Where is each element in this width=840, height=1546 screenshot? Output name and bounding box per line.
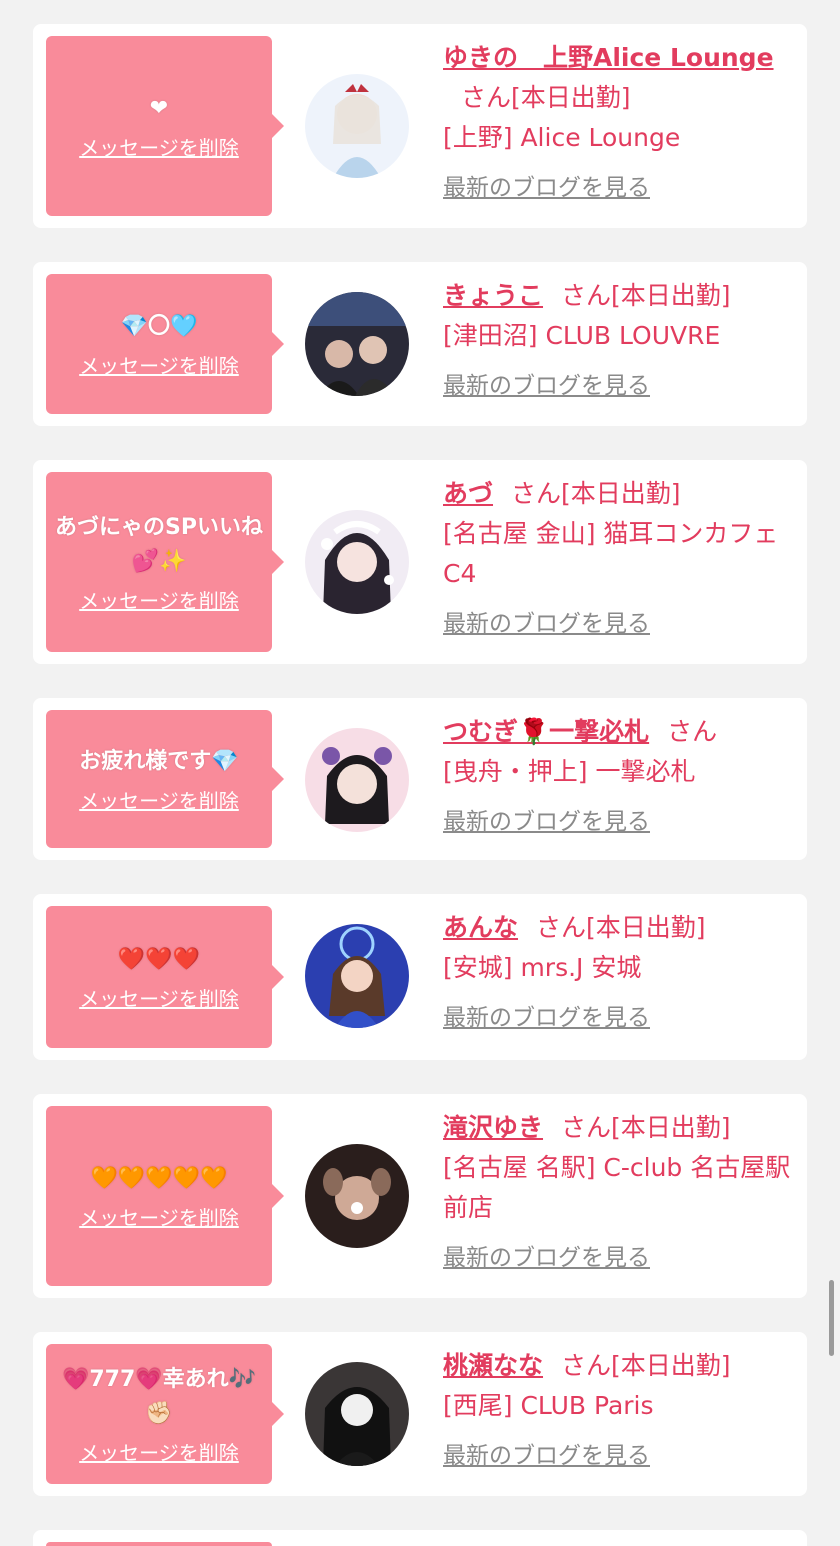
avatar[interactable]: [305, 1362, 409, 1466]
message-text: 🧡🧡🧡🧡🧡: [90, 1165, 228, 1191]
message-card: ❤ メッセージを削除 ゆきの 上野Alice Lounge さん[本日出勤] [上…: [33, 24, 807, 228]
attendance-status: [本日出勤]: [611, 1113, 731, 1142]
shop-name: [名古屋 金山] 猫耳コンカフェ C4: [443, 519, 779, 588]
message-card: 💗777💗幸あれ🎶✊🏻 メッセージを削除 桃瀬なな さん[本日出勤] [西尾] C…: [33, 1332, 807, 1496]
latest-blog-link[interactable]: 最新のブログを見る: [443, 802, 650, 842]
honorific: さん: [561, 1351, 612, 1380]
message-text: ❤️❤️❤️: [117, 946, 201, 972]
delete-message-link[interactable]: メッセージを削除: [79, 1202, 239, 1231]
shop-name: [曳舟・押上] 一撃必札: [443, 757, 696, 786]
message-bubble: 🧡🧡🧡🧡🧡 メッセージを削除: [46, 1106, 284, 1286]
message-bubble: 💗777💗幸あれ🎶✊🏻 メッセージを削除: [46, 1344, 284, 1484]
message-card: 💎〇🩵 メッセージを削除 きょうこ さん[本日出勤] [津田沼] CLUB LOU…: [33, 262, 807, 426]
message-bubble: ❤ メッセージを削除: [46, 36, 284, 216]
profile-info: 滝沢ゆき さん[本日出勤] [名古屋 名駅] C-club 名古屋駅前店 最新のブ…: [443, 1108, 793, 1278]
attendance-status: [本日出勤]: [561, 479, 681, 508]
profile-name-link[interactable]: ゆきの 上野Alice Lounge: [443, 43, 774, 72]
message-bubble: ❤️❤️❤️ メッセージを削除: [46, 906, 284, 1048]
attendance-status: [本日出勤]: [586, 913, 706, 942]
honorific: さん: [511, 479, 562, 508]
delete-message-link[interactable]: メッセージを削除: [79, 585, 239, 614]
avatar[interactable]: [305, 74, 409, 178]
delete-message-link[interactable]: メッセージを削除: [79, 350, 239, 379]
message-card: あづにゃのSPいいね💕✨ メッセージを削除 あづ さん[本日出勤] [名古屋 金山…: [33, 460, 807, 664]
message-card: お疲れ様です💎 メッセージを削除 つむぎ🌹一撃必札 さん [曳舟・押上] 一撃必札…: [33, 698, 807, 860]
latest-blog-link[interactable]: 最新のブログを見る: [443, 1436, 650, 1476]
message-bubble: お疲れ様です💎 メッセージを削除: [46, 710, 284, 848]
profile-name-link[interactable]: つむぎ🌹一撃必札: [443, 717, 649, 746]
delete-message-link[interactable]: メッセージを削除: [79, 785, 239, 814]
profile-info: ゆきの 上野Alice Lounge さん[本日出勤] [上野] Alice Lo…: [443, 38, 793, 208]
latest-blog-link[interactable]: 最新のブログを見る: [443, 604, 650, 644]
avatar[interactable]: [305, 510, 409, 614]
message-bubble: 💎〇🩵 メッセージを削除: [46, 274, 284, 414]
message-bubble-partial: [46, 1542, 272, 1546]
shop-name: [西尾] CLUB Paris: [443, 1391, 654, 1420]
message-text: 💗777💗幸あれ🎶✊🏻: [61, 1366, 257, 1426]
avatar[interactable]: [305, 924, 409, 1028]
attendance-status: [本日出勤]: [611, 1351, 731, 1380]
attendance-status: [本日出勤]: [611, 281, 731, 310]
shop-name: [上野] Alice Lounge: [443, 123, 681, 152]
profile-name-link[interactable]: きょうこ: [443, 281, 543, 310]
attendance-status: [本日出勤]: [511, 83, 631, 112]
message-text: 💎〇🩵: [120, 313, 198, 339]
message-text: お疲れ様です💎: [79, 748, 239, 774]
shop-name: [名古屋 名駅] C-club 名古屋駅前店: [443, 1153, 791, 1222]
honorific: さん: [667, 717, 718, 746]
message-text: あづにゃのSPいいね💕✨: [55, 514, 263, 574]
delete-message-link[interactable]: メッセージを削除: [79, 983, 239, 1012]
profile-info: あんな さん[本日出勤] [安城] mrs.J 安城 最新のブログを見る: [443, 908, 793, 1038]
profile-name-link[interactable]: あんな: [443, 913, 518, 942]
honorific: さん: [536, 913, 587, 942]
message-card-partial: [33, 1530, 807, 1546]
shop-name: [安城] mrs.J 安城: [443, 953, 642, 982]
shop-name: [津田沼] CLUB LOUVRE: [443, 321, 721, 350]
delete-message-link[interactable]: メッセージを削除: [79, 1437, 239, 1466]
avatar[interactable]: [305, 292, 409, 396]
honorific: さん: [561, 281, 612, 310]
scrollbar[interactable]: [829, 1280, 834, 1356]
honorific: さん: [461, 83, 512, 112]
honorific: さん: [561, 1113, 612, 1142]
message-card: 🧡🧡🧡🧡🧡 メッセージを削除 滝沢ゆき さん[本日出勤] [名古屋 名駅] C-c…: [33, 1094, 807, 1298]
latest-blog-link[interactable]: 最新のブログを見る: [443, 168, 650, 208]
profile-name-link[interactable]: 滝沢ゆき: [443, 1113, 543, 1142]
profile-info: きょうこ さん[本日出勤] [津田沼] CLUB LOUVRE 最新のブログを見る: [443, 276, 793, 406]
message-card: ❤️❤️❤️ メッセージを削除 あんな さん[本日出勤] [安城] mrs.J 安…: [33, 894, 807, 1060]
delete-message-link[interactable]: メッセージを削除: [79, 132, 239, 161]
avatar[interactable]: [305, 1144, 409, 1248]
latest-blog-link[interactable]: 最新のブログを見る: [443, 366, 650, 406]
profile-info: 桃瀬なな さん[本日出勤] [西尾] CLUB Paris 最新のブログを見る: [443, 1346, 793, 1476]
latest-blog-link[interactable]: 最新のブログを見る: [443, 1238, 650, 1278]
profile-name-link[interactable]: 桃瀬なな: [443, 1351, 543, 1380]
avatar[interactable]: [305, 728, 409, 832]
message-bubble: あづにゃのSPいいね💕✨ メッセージを削除: [46, 472, 284, 652]
profile-name-link[interactable]: あづ: [443, 479, 493, 508]
profile-info: つむぎ🌹一撃必札 さん [曳舟・押上] 一撃必札 最新のブログを見る: [443, 712, 793, 842]
profile-info: あづ さん[本日出勤] [名古屋 金山] 猫耳コンカフェ C4 最新のブログを見る: [443, 474, 793, 644]
message-text: ❤: [149, 95, 169, 121]
latest-blog-link[interactable]: 最新のブログを見る: [443, 998, 650, 1038]
